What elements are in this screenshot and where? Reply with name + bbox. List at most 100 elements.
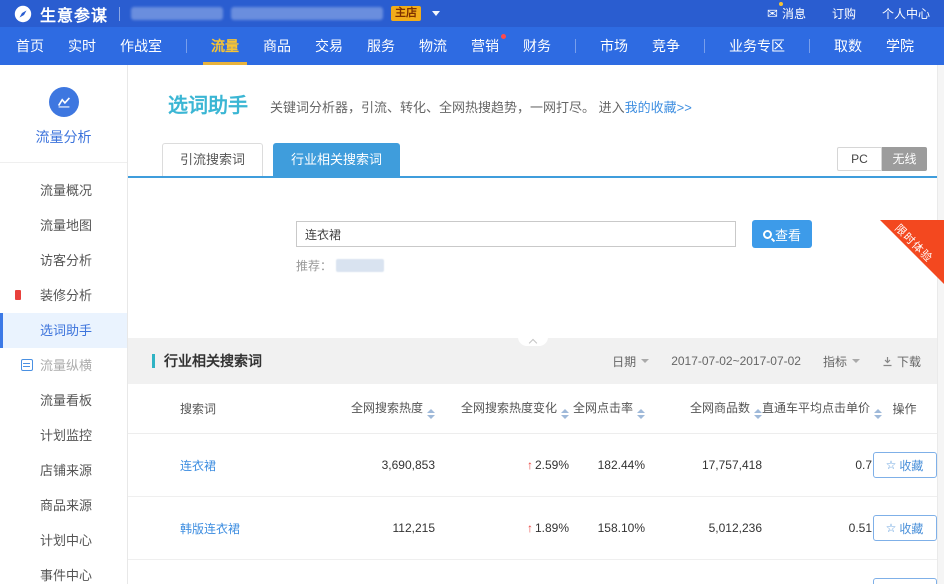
promo-ribbon[interactable]: 限时体验 xyxy=(880,220,944,284)
nav-item-14[interactable]: 学院 xyxy=(886,27,914,65)
col-header-3[interactable]: 全网点击率 xyxy=(569,399,645,419)
search-button[interactable]: 查看 xyxy=(752,220,812,248)
section-title-wrap: 行业相关搜索词 xyxy=(152,351,262,371)
messages-menu[interactable]: ✉ 消息 xyxy=(767,5,806,22)
nav-item-3[interactable]: 流量 xyxy=(211,27,239,65)
main-store-badge: 主店 xyxy=(391,6,421,21)
device-toggle: PC 无线 xyxy=(837,147,927,171)
nav-item-4[interactable]: 商品 xyxy=(263,27,291,65)
date-dropdown[interactable]: 日期 xyxy=(612,353,649,370)
nav-item-0[interactable]: 首页 xyxy=(16,27,44,65)
topbar-divider xyxy=(119,7,120,21)
favorites-link[interactable]: 我的收藏>> xyxy=(625,100,692,115)
traffic-analysis-icon xyxy=(49,87,79,117)
nav-item-11[interactable]: 竞争 xyxy=(652,27,680,65)
col-header-1[interactable]: 全网搜索热度 xyxy=(308,399,435,419)
sidebar-item-1[interactable]: 流量地图 xyxy=(0,208,127,243)
sidebar-item-label: 访客分析 xyxy=(40,253,92,268)
sidebar-item-2[interactable]: 访客分析 xyxy=(0,243,127,278)
download-button[interactable]: 下载 xyxy=(882,353,921,370)
subscribe-menu[interactable]: 订购 xyxy=(832,5,856,22)
sidebar-item-3[interactable]: 装修分析 xyxy=(0,278,127,313)
nav-item-9[interactable]: 财务 xyxy=(523,27,551,65)
nav-item-13[interactable]: 取数 xyxy=(834,27,862,65)
sidebar-item-11[interactable]: 事件中心 xyxy=(0,558,127,584)
nav-item-1[interactable]: 实时 xyxy=(68,27,96,65)
section-title: 行业相关搜索词 xyxy=(164,351,262,371)
tab-referral-keywords[interactable]: 引流搜索词 xyxy=(162,143,263,176)
sort-down-arrow xyxy=(427,415,435,419)
nav-item-10[interactable]: 市场 xyxy=(600,27,628,65)
sidebar-item-label: 流量概况 xyxy=(40,183,92,198)
trend-up-icon: ↑ xyxy=(527,521,533,535)
sort-icon[interactable] xyxy=(427,409,435,419)
sort-down-arrow xyxy=(754,415,762,419)
sidebar-item-4[interactable]: 选词助手 xyxy=(0,313,127,348)
keyword-link[interactable]: 韩版连衣裙 xyxy=(180,522,240,536)
favorite-label: 收藏 xyxy=(899,520,923,537)
nav-item-6[interactable]: 服务 xyxy=(367,27,395,65)
nav-divider xyxy=(809,39,810,53)
sidebar-item-0[interactable]: 流量概况 xyxy=(0,173,127,208)
star-icon: ☆ xyxy=(886,521,897,535)
nav-item-5[interactable]: 交易 xyxy=(315,27,343,65)
date-range: 2017-07-02~2017-07-02 xyxy=(671,354,801,368)
sidebar-item-10[interactable]: 计划中心 xyxy=(0,523,127,558)
favorite-button[interactable]: ☆收藏 xyxy=(873,515,937,541)
sidebar-group-header: 流量分析 xyxy=(0,65,127,163)
sidebar-item-9[interactable]: 商品来源 xyxy=(0,488,127,523)
search-heat-cell: 3,690,853 xyxy=(308,458,435,472)
trend-up-icon: ↑ xyxy=(527,458,533,472)
topbar-right: ✉ 消息 订购 个人中心 xyxy=(767,5,930,22)
action-cell: ☆收藏 xyxy=(872,515,937,541)
date-dropdown-label: 日期 xyxy=(612,353,636,370)
search-row: 查看 xyxy=(296,220,937,248)
keyword-link[interactable]: 连衣裙 xyxy=(180,459,216,473)
keyword-cell: 连衣裙 xyxy=(128,457,308,474)
nav-item-2[interactable]: 作战室 xyxy=(120,27,162,65)
sort-icon[interactable] xyxy=(754,409,762,419)
keyword-search-input[interactable] xyxy=(296,221,736,247)
nav-item-8[interactable]: 营销 xyxy=(471,27,499,65)
collapse-handle[interactable] xyxy=(518,337,548,346)
scrollbar-track[interactable] xyxy=(937,65,944,584)
main-nav: 首页实时作战室 流量商品交易服务物流营销财务 市场竞争 业务专区 取数学院 xyxy=(0,27,944,65)
shop-name-redacted xyxy=(131,7,223,20)
search-heat-cell: 112,215 xyxy=(308,521,435,535)
download-label: 下载 xyxy=(897,353,921,370)
sort-icon[interactable] xyxy=(637,409,645,419)
col-header-5[interactable]: 直通车平均点击单价 xyxy=(762,399,872,419)
favorite-button[interactable]: ☆收藏 xyxy=(873,452,937,478)
metric-dropdown[interactable]: 指标 xyxy=(823,353,860,370)
action-cell: ☆收藏 xyxy=(872,578,937,584)
col-header-label: 全网搜索热度 xyxy=(351,401,423,415)
chevron-down-icon xyxy=(852,359,860,363)
sort-icon[interactable] xyxy=(561,409,569,419)
col-header-0: 搜索词 xyxy=(128,400,308,417)
nav-item-12[interactable]: 业务专区 xyxy=(729,27,785,65)
sort-up-arrow xyxy=(637,409,645,413)
favorite-button[interactable]: ☆收藏 xyxy=(873,578,937,584)
nav-item-7[interactable]: 物流 xyxy=(419,27,447,65)
col-header-2[interactable]: 全网搜索热度变化 xyxy=(435,399,569,419)
chevron-down-icon[interactable] xyxy=(432,11,440,16)
sidebar-item-5[interactable]: 流量纵横 xyxy=(0,348,127,383)
sidebar-item-label: 店铺来源 xyxy=(40,463,92,478)
toggle-pc[interactable]: PC xyxy=(837,147,882,171)
col-header-4[interactable]: 全网商品数 xyxy=(645,399,762,419)
sidebar-item-7[interactable]: 计划监控 xyxy=(0,418,127,453)
keyword-cell: 韩版连衣裙 xyxy=(128,520,308,537)
sidebar: 流量分析 流量概况流量地图访客分析装修分析选词助手流量纵横流量看板计划监控店铺来… xyxy=(0,65,128,584)
tab-industry-keywords[interactable]: 行业相关搜索词 xyxy=(273,143,400,176)
avg-cpc-cell: 0.7 xyxy=(762,458,872,472)
personal-center-menu[interactable]: 个人中心 xyxy=(882,5,930,22)
chevron-down-icon xyxy=(641,359,649,363)
notification-dot xyxy=(778,1,784,7)
avg-cpc-cell: 0.51 xyxy=(762,521,872,535)
toggle-wireless[interactable]: 无线 xyxy=(882,147,927,171)
shop-name-redacted xyxy=(231,7,383,20)
recommend-chip-redacted[interactable] xyxy=(336,259,384,272)
sidebar-item-8[interactable]: 店铺来源 xyxy=(0,453,127,488)
product-count-cell: 17,757,418 xyxy=(645,458,762,472)
sidebar-item-6[interactable]: 流量看板 xyxy=(0,383,127,418)
